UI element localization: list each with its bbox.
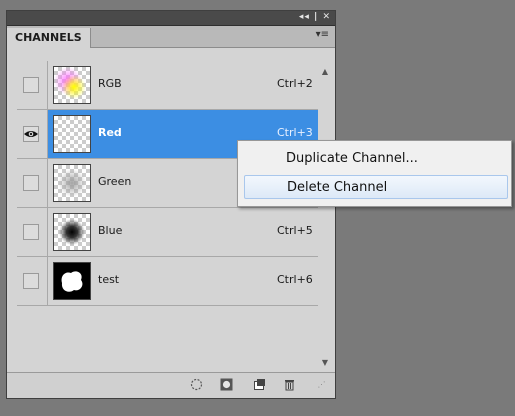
channel-scrollbar[interactable]: ▲ ▼ (319, 61, 331, 371)
blue-thumbnail-art (59, 219, 85, 245)
channel-name: RGB (98, 77, 122, 90)
trash-icon[interactable] (283, 378, 296, 391)
resize-grip-icon[interactable]: ⋰ (315, 378, 328, 391)
panel-titlebar: ◂◂ | ✕ (7, 11, 335, 26)
channel-shortcut: Ctrl+6 (277, 273, 313, 286)
mask-icon-svg (220, 378, 233, 391)
trash-icon-svg (285, 380, 294, 391)
save-selection-as-channel-icon[interactable] (220, 378, 233, 391)
visibility-toggle[interactable] (17, 61, 48, 109)
channel-name: test (98, 273, 120, 286)
selection-icon-svg (190, 378, 203, 391)
new-channel-icon-svg (254, 379, 265, 390)
panel-menu-icon[interactable]: ▾≡ (316, 29, 329, 40)
channel-shortcut: Ctrl+3 (277, 126, 313, 139)
channel-name: Red (98, 126, 122, 139)
scroll-down-arrow-icon[interactable]: ▼ (319, 358, 331, 367)
channel-row-blue[interactable]: Blue Ctrl+5 (17, 208, 318, 257)
channel-thumbnail (53, 164, 91, 202)
panel-bottom-toolbar: ⋰ (7, 372, 335, 398)
channel-shortcut: Ctrl+2 (277, 77, 313, 90)
visibility-box[interactable] (23, 224, 39, 240)
channel-row-test[interactable]: test Ctrl+6 (17, 257, 318, 306)
eye-icon-svg (24, 131, 38, 137)
tab-channels[interactable]: CHANNELS (7, 28, 91, 48)
menu-item-duplicate-channel[interactable]: Duplicate Channel... (244, 147, 508, 171)
eye-icon (23, 128, 39, 143)
channel-name: Green (98, 175, 132, 188)
panel-title-buttons[interactable]: ◂◂ | ✕ (299, 12, 331, 22)
tab-strip: CHANNELS ▾≡ (7, 26, 335, 48)
visibility-box[interactable] (23, 273, 39, 289)
channel-row-rgb[interactable]: RGB Ctrl+2 (17, 61, 318, 110)
channel-name: Blue (98, 224, 123, 237)
channel-thumbnail (53, 115, 91, 153)
channel-thumbnail (53, 213, 91, 251)
new-channel-icon[interactable] (253, 378, 266, 391)
scroll-up-arrow-icon[interactable]: ▲ (319, 67, 331, 76)
visibility-toggle[interactable] (17, 110, 48, 158)
visibility-toggle[interactable] (17, 208, 48, 256)
visibility-toggle[interactable] (17, 159, 48, 207)
channel-shortcut: Ctrl+5 (277, 224, 313, 237)
channel-context-menu: Duplicate Channel... Delete Channel (237, 140, 512, 207)
menu-item-delete-channel[interactable]: Delete Channel (244, 175, 508, 199)
visibility-box[interactable] (23, 77, 39, 93)
test-thumbnail-art (61, 271, 83, 292)
rgb-thumbnail-art (54, 67, 86, 99)
visibility-toggle[interactable] (17, 257, 48, 305)
channel-thumbnail (53, 262, 91, 300)
visibility-box[interactable] (23, 175, 39, 191)
load-channel-as-selection-icon[interactable] (190, 378, 203, 391)
green-thumbnail-art (58, 169, 86, 197)
channel-thumbnail (53, 66, 91, 104)
